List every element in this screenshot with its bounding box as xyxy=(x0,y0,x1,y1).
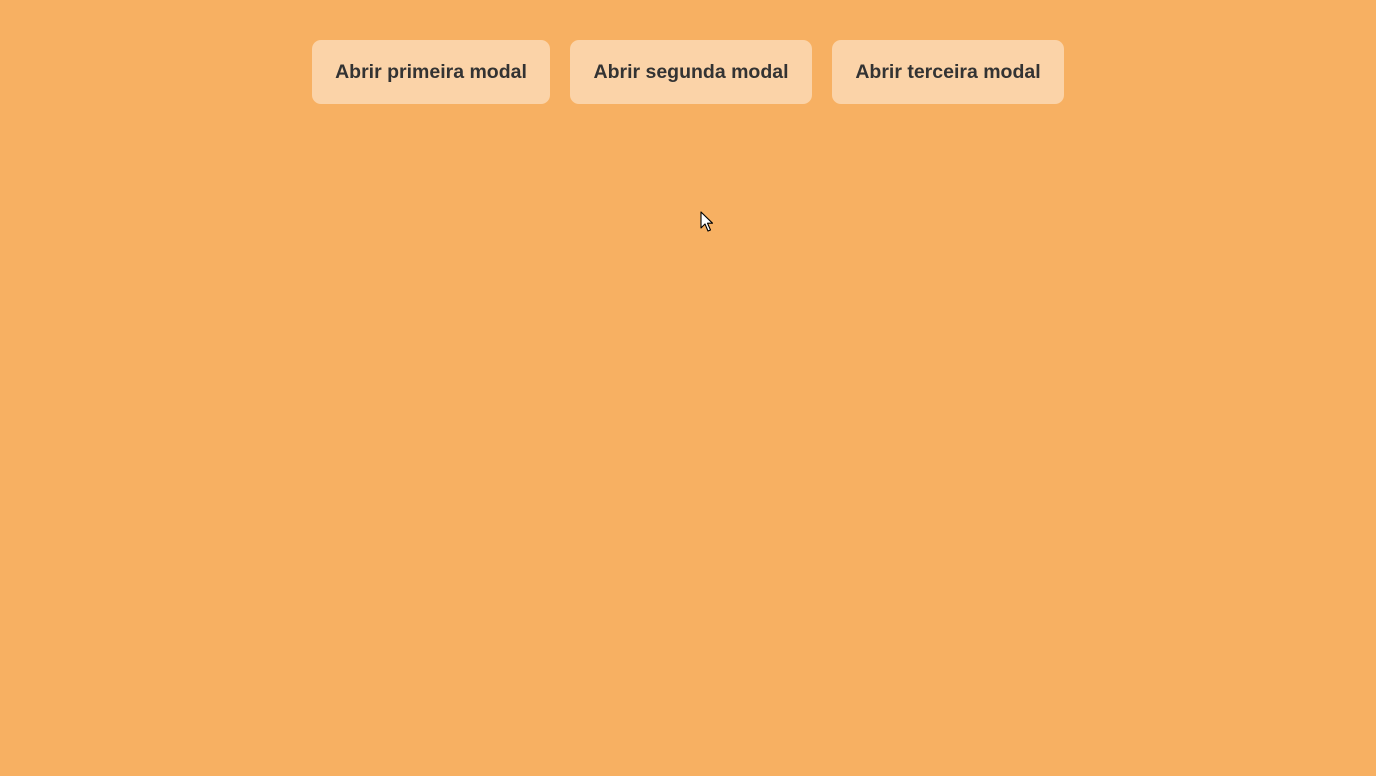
page-background: Abrir primeira modal Abrir segunda modal… xyxy=(0,0,1376,776)
open-second-modal-button[interactable]: Abrir segunda modal xyxy=(570,40,812,104)
open-third-modal-button[interactable]: Abrir terceira modal xyxy=(832,40,1064,104)
open-first-modal-button[interactable]: Abrir primeira modal xyxy=(312,40,550,104)
mouse-pointer-icon xyxy=(700,211,714,232)
modal-button-group: Abrir primeira modal Abrir segunda modal… xyxy=(312,40,1064,104)
